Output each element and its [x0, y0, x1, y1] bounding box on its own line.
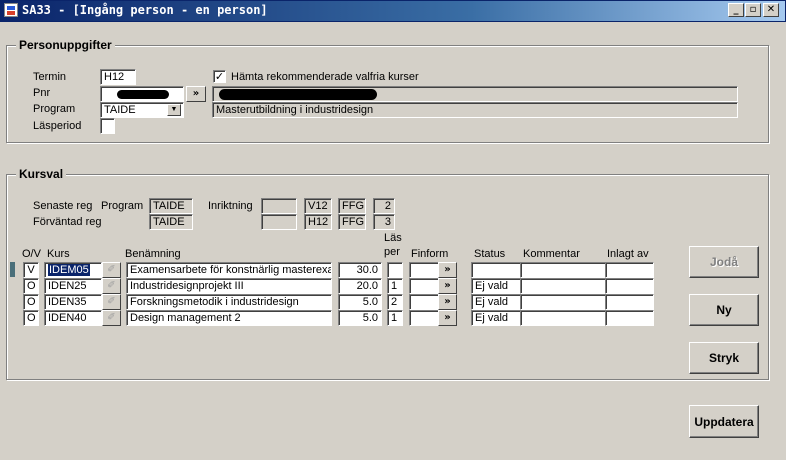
row-hp[interactable]: 5.0	[338, 310, 382, 326]
lasperiod-field[interactable]	[100, 118, 115, 134]
hamta-checkbox-label: Hämta rekommenderade valfria kurser	[231, 71, 419, 83]
finform-lookup-button[interactable]: »	[438, 294, 457, 310]
stryk-button[interactable]: Stryk	[689, 342, 759, 374]
forvantad-nr: 3	[373, 214, 395, 230]
row-status	[471, 262, 521, 278]
row-hp[interactable]: 20.0	[338, 278, 382, 294]
lasperiod-label: Läsperiod	[33, 120, 82, 132]
row-status: Ej vald	[471, 294, 521, 310]
pencil-icon[interactable]: ✐	[102, 262, 121, 278]
finform-lookup-button[interactable]: »	[438, 278, 457, 294]
row-lasper[interactable]: 1	[387, 310, 403, 326]
senaste-inriktning	[261, 198, 297, 214]
row-lasper[interactable]: 2	[387, 294, 403, 310]
senaste-typ: FFG	[338, 198, 366, 214]
row-kurs[interactable]: IDEN25	[44, 278, 102, 294]
pnr-label: Pnr	[33, 87, 51, 99]
current-row-indicator	[10, 262, 15, 277]
program-label: Program	[33, 103, 76, 115]
header-las: Läs	[384, 232, 402, 244]
senaste-reg-label: Senaste reg	[33, 200, 93, 212]
forvantad-typ: FFG	[338, 214, 366, 230]
row-inlagt	[605, 278, 654, 294]
pnr-field[interactable]	[100, 86, 184, 102]
senaste-program: TAIDE	[149, 198, 193, 214]
window-title: SA33 - [Ingång person - en person]	[22, 3, 268, 17]
app-icon	[4, 3, 18, 17]
termin-label: Termin	[33, 71, 67, 83]
header-ov: O/V	[22, 248, 41, 260]
header-benamning: Benämning	[125, 248, 181, 260]
row-lasper[interactable]	[387, 262, 403, 278]
row-finform[interactable]	[409, 310, 439, 326]
personuppgifter-label: Personuppgifter	[16, 38, 115, 52]
person-name-field	[212, 86, 738, 102]
header-status: Status	[474, 248, 506, 260]
row-ov[interactable]: O	[23, 278, 39, 294]
header-kommentar: Kommentar	[523, 248, 580, 260]
finform-lookup-button[interactable]: »	[438, 310, 457, 326]
row-ov[interactable]: O	[23, 294, 39, 310]
kursval-label: Kursval	[16, 167, 67, 181]
redaction	[219, 89, 377, 100]
finform-lookup-button[interactable]: »	[438, 262, 457, 278]
row-hp[interactable]: 30.0	[338, 262, 382, 278]
pencil-icon[interactable]: ✐	[102, 294, 121, 310]
row-benamning[interactable]: Industridesignprojekt III	[126, 278, 332, 294]
row-kurs[interactable]: IDEN40	[44, 310, 102, 326]
row-lasper[interactable]: 1	[387, 278, 403, 294]
row-kurs-value: IDEM05	[48, 264, 90, 276]
new-button[interactable]: Ny	[689, 294, 759, 326]
row-ov[interactable]: O	[23, 310, 39, 326]
restore-button[interactable]: ▫	[745, 3, 761, 17]
row-kurs[interactable]: IDEN35	[44, 294, 102, 310]
row-hp[interactable]: 5.0	[338, 294, 382, 310]
forvantad-inriktning	[261, 214, 297, 230]
termin-field[interactable]: H12	[100, 69, 136, 85]
row-status: Ej vald	[471, 278, 521, 294]
row-finform[interactable]	[409, 278, 439, 294]
update-button[interactable]: Uppdatera	[689, 405, 759, 438]
row-inlagt	[605, 262, 654, 278]
redaction	[117, 90, 169, 99]
row-kurs[interactable]: IDEM05	[44, 262, 102, 278]
pencil-icon[interactable]: ✐	[102, 278, 121, 294]
close-button[interactable]: ✕	[763, 3, 779, 17]
row-finform[interactable]	[409, 262, 439, 278]
pencil-icon[interactable]: ✐	[102, 310, 121, 326]
senaste-termin: V12	[304, 198, 332, 214]
hamta-checkbox[interactable]: ✓	[213, 70, 226, 83]
row-inlagt	[605, 294, 654, 310]
program-col-label: Program	[101, 200, 144, 212]
row-finform[interactable]	[409, 294, 439, 310]
header-finform: Finform	[411, 248, 449, 260]
row-kommentar[interactable]	[520, 278, 606, 294]
row-benamning[interactable]: Examensarbete för konstnärlig masterexa	[126, 262, 332, 278]
minimize-button[interactable]: _	[728, 3, 744, 17]
header-inlagt: Inlagt av	[607, 248, 649, 260]
program-select-value: TAIDE	[104, 104, 136, 116]
row-benamning[interactable]: Forskningsmetodik i industridesign	[126, 294, 332, 310]
header-kurs: Kurs	[47, 248, 70, 260]
row-kommentar[interactable]	[520, 310, 606, 326]
forvantad-termin: H12	[304, 214, 332, 230]
inriktning-label: Inriktning	[208, 200, 253, 212]
row-inlagt	[605, 310, 654, 326]
header-per: per	[384, 246, 400, 258]
row-kommentar[interactable]	[520, 294, 606, 310]
row-status: Ej vald	[471, 310, 521, 326]
row-kommentar[interactable]	[520, 262, 606, 278]
pnr-lookup-button[interactable]: »	[186, 86, 206, 102]
chevron-down-icon[interactable]: ▼	[167, 104, 181, 116]
forvantad-reg-label: Förväntad reg	[33, 216, 102, 228]
forvantad-program: TAIDE	[149, 214, 193, 230]
row-benamning[interactable]: Design management 2	[126, 310, 332, 326]
row-ov[interactable]: V	[23, 262, 39, 278]
joda-button[interactable]: Jodå	[689, 246, 759, 278]
program-name-field: Masterutbildning i industridesign	[212, 102, 738, 118]
program-select[interactable]: TAIDE ▼	[100, 102, 184, 118]
senaste-nr: 2	[373, 198, 395, 214]
